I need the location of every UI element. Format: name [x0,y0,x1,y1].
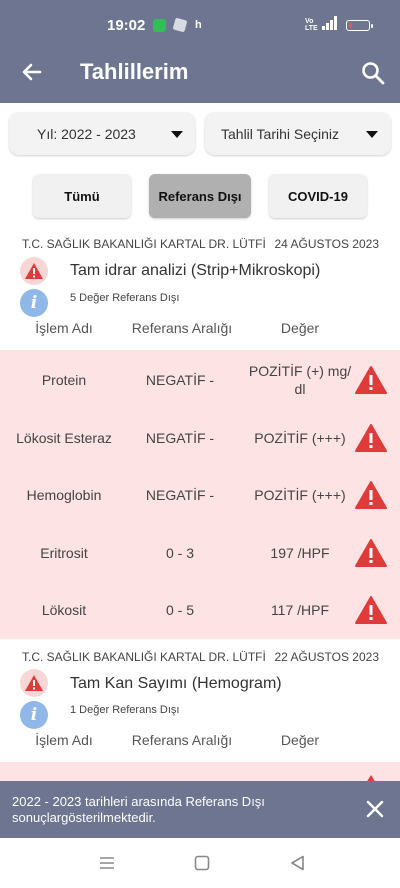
result-range: NEGATİF - [145,487,215,503]
warning-icon [20,257,48,285]
menu-icon[interactable] [97,853,117,873]
filter-all-button[interactable]: Tümü [33,174,131,218]
result-value: POZİTİF (+++) [254,487,346,503]
column-header-value: Değer [280,732,320,748]
out-of-reference-count: 5 Değer Referans Dışı [70,292,180,304]
result-value: POZİTİF (+) mg/ dl [248,363,352,397]
table-row[interactable]: Lökosit 0 - 5 117 /HPF [0,581,400,639]
page-title: Tahlillerim [80,59,189,84]
result-value: 117 /HPF [270,602,330,618]
table-row[interactable]: Eritrosit 0 - 3 197 /HPF [0,524,400,582]
result-range: NEGATİF - [145,430,215,446]
caret-down-icon [366,131,378,138]
caret-down-icon [171,131,183,138]
volte-indicator: Vo LTE [305,18,318,32]
lab-date: 22 AĞUSTOS 2023 [274,650,379,664]
result-range: 0 - 5 [165,602,194,618]
warning-triangle-icon [355,366,387,394]
result-name: Protein [41,372,87,388]
info-icon: i [20,289,48,317]
result-range: 0 - 3 [165,545,194,561]
warning-triangle-icon [355,596,387,624]
lab-name[interactable]: Tam idrar analizi (Strip+Mikroskopi) [70,262,320,280]
table-row[interactable]: Lökosit Esteraz NEGATİF - POZİTİF (+++) [0,409,400,467]
status-time: 19:02 [107,17,146,34]
warning-triangle-icon [355,539,387,567]
column-header-name: İşlem Adı [35,732,93,748]
result-range: NEGATİF - [145,372,215,388]
home-square-icon[interactable] [192,853,212,873]
back-triangle-icon[interactable] [288,853,308,873]
result-value: POZİTİF (+++) [254,430,346,446]
warning-triangle-icon [355,424,387,452]
signal-icon [322,16,337,30]
lab-institution: T.C. SAĞLIK BAKANLIĞI KARTAL DR. LÜTFİ [22,650,266,664]
lab-date-select-label: Tahlil Tarihi Seçiniz [221,126,340,142]
whatsapp-notification-icon [153,19,166,32]
result-name: Lökosit Esteraz [16,430,112,446]
search-icon[interactable] [358,58,388,88]
lab-date: 24 AĞUSTOS 2023 [274,237,379,251]
filter-covid-button[interactable]: COVID-19 [269,174,367,218]
year-select[interactable]: Yıl: 2022 - 2023 [9,112,195,155]
warning-icon [20,669,48,697]
out-of-reference-count: 1 Değer Referans Dışı [70,704,180,716]
app-bar: Tahlillerim [0,42,400,103]
column-header-range: Referans Aralığı [131,320,233,336]
results-table: Protein NEGATİF - POZİTİF (+) mg/ dl Lök… [0,350,400,639]
battery-icon [346,20,373,31]
info-icon: i [20,701,48,729]
results-table [0,762,400,783]
table-row[interactable]: Hemoglobin NEGATİF - POZİTİF (+++) [0,466,400,524]
result-value: 197 /HPF [270,545,330,561]
close-icon[interactable] [362,796,388,822]
lab-name[interactable]: Tam Kan Sayımı (Hemogram) [70,675,282,693]
lab-institution: T.C. SAĞLIK BAKANLIĞI KARTAL DR. LÜTFİ [22,237,266,251]
column-header-value: Değer [280,320,320,336]
table-row[interactable]: Protein NEGATİF - POZİTİF (+) mg/ dl [0,351,400,409]
year-select-label: Yıl: 2022 - 2023 [37,126,136,142]
system-nav-bar [0,838,400,888]
snackbar: 2022 - 2023 tarihleri arasında Referans … [0,781,400,838]
column-header-range: Referans Aralığı [131,732,233,748]
result-name: Lökosit [41,602,87,618]
result-name: Hemoglobin [26,487,102,503]
app-notification-icon [172,17,188,33]
back-arrow-icon[interactable] [17,57,47,87]
status-bar: 19:02 h Vo LTE [0,0,400,42]
column-header-name: İşlem Adı [35,320,93,336]
warning-triangle-icon [355,481,387,509]
filter-out-of-reference-button[interactable]: Referans Dışı [149,174,251,218]
lab-date-select[interactable]: Tahlil Tarihi Seçiniz [205,112,391,155]
network-h-indicator: h [195,19,202,31]
snackbar-message: 2022 - 2023 tarihleri arasında Referans … [12,794,265,825]
result-name: Eritrosit [40,545,88,561]
